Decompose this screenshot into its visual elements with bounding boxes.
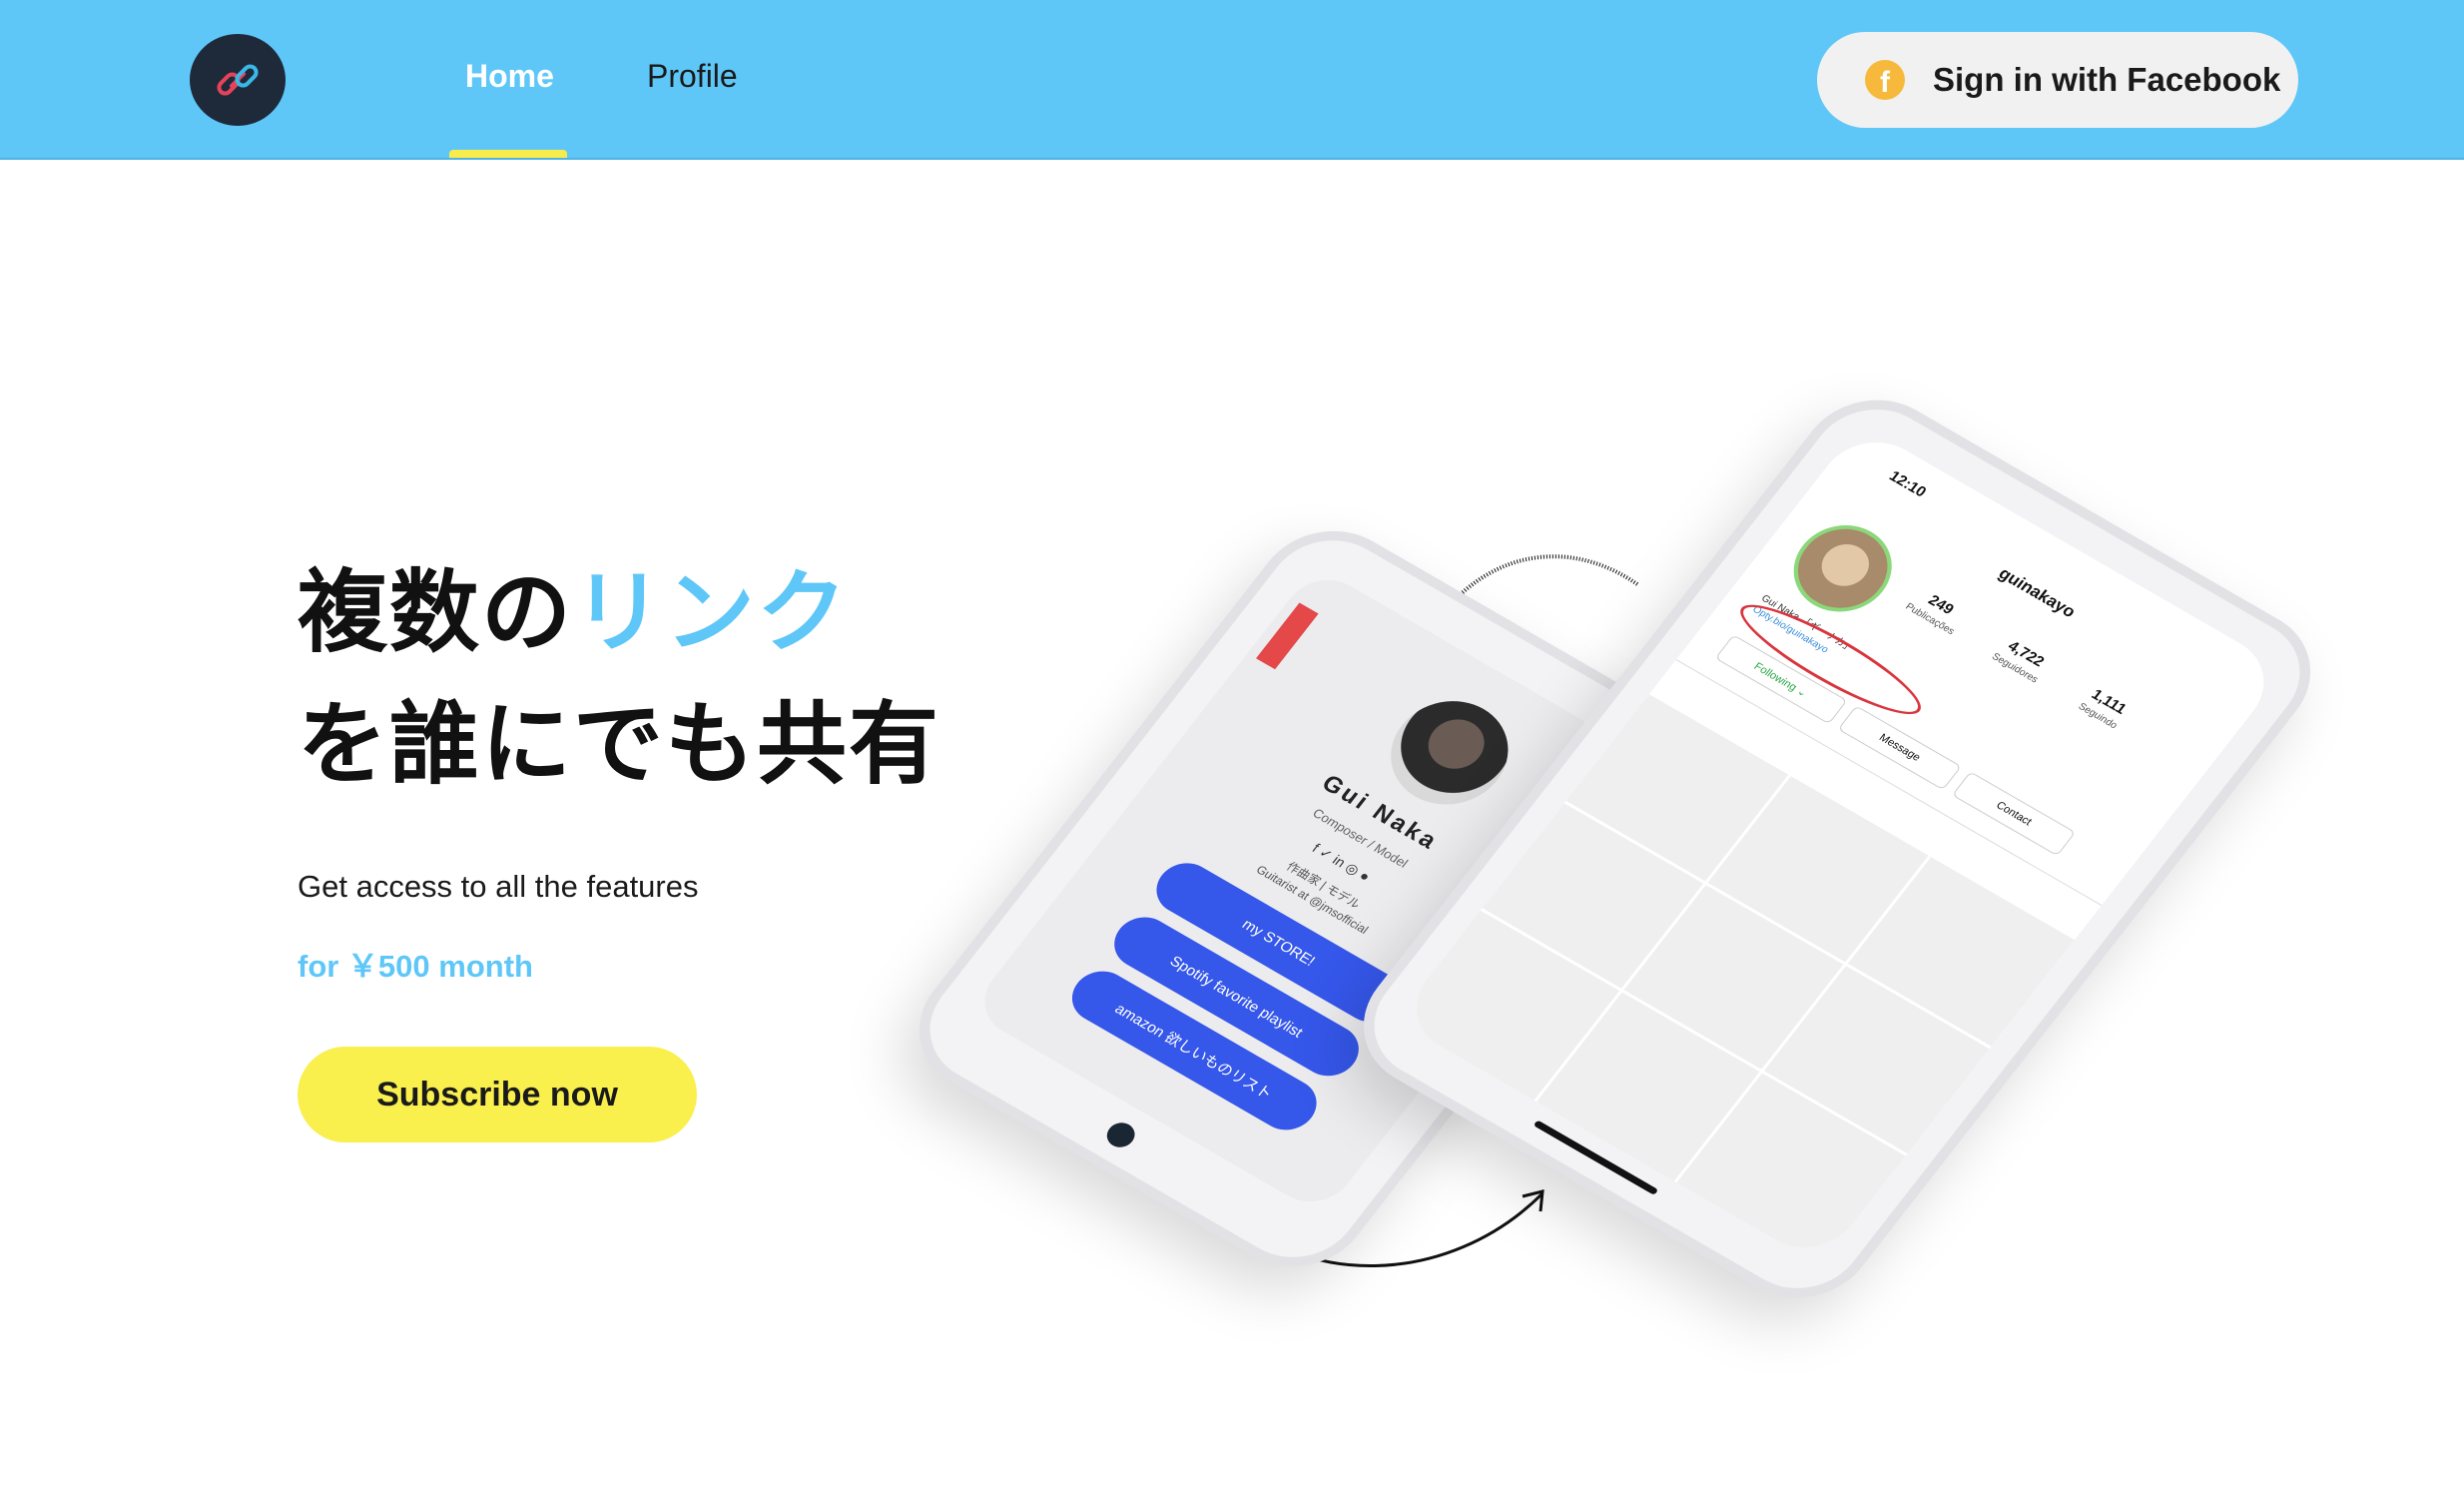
nav-profile[interactable]: Profile [647, 58, 738, 95]
facebook-signin-button[interactable]: f Sign in with Facebook [1817, 32, 2298, 128]
instagram-screen: 12:10 guinakayo 249 Publicações 4,722 Se… [1394, 423, 2286, 1266]
subscribe-button[interactable]: Subscribe now [298, 1047, 697, 1142]
facebook-icon: f [1865, 60, 1905, 100]
headline-part1: 複数の [298, 563, 573, 663]
logo[interactable] [190, 34, 286, 126]
hero-price: for ￥500 month [298, 949, 533, 984]
top-navbar: Home Profile f Sign in with Facebook [0, 0, 2464, 160]
stat-posts: 249 Publicações [1903, 585, 1970, 637]
stat-followers: 4,722 Seguidores [1990, 635, 2054, 686]
status-time: 12:10 [1885, 467, 1930, 501]
home-button [1101, 1118, 1141, 1152]
chain-link-icon [217, 64, 259, 96]
stat-following: 1,111 Seguindo [2076, 685, 2132, 731]
headline-line2: を誰にでも共有 [298, 695, 940, 795]
headline-accent: リンク [573, 563, 849, 663]
phone-mockup-instagram: 12:10 guinakayo 249 Publicações 4,722 Se… [1334, 374, 2340, 1323]
profile-avatar [1367, 681, 1532, 825]
decorative-shape [1256, 602, 1319, 670]
active-tab-indicator [449, 150, 567, 158]
arrow-bottom-head [1522, 1189, 1544, 1212]
nav-home[interactable]: Home [465, 58, 554, 95]
facebook-signin-label: Sign in with Facebook [1933, 61, 2281, 98]
hero-headline: 複数のリンク を誰にでも共有 [298, 547, 940, 811]
hero-subtitle: Get access to all the features [298, 869, 699, 904]
